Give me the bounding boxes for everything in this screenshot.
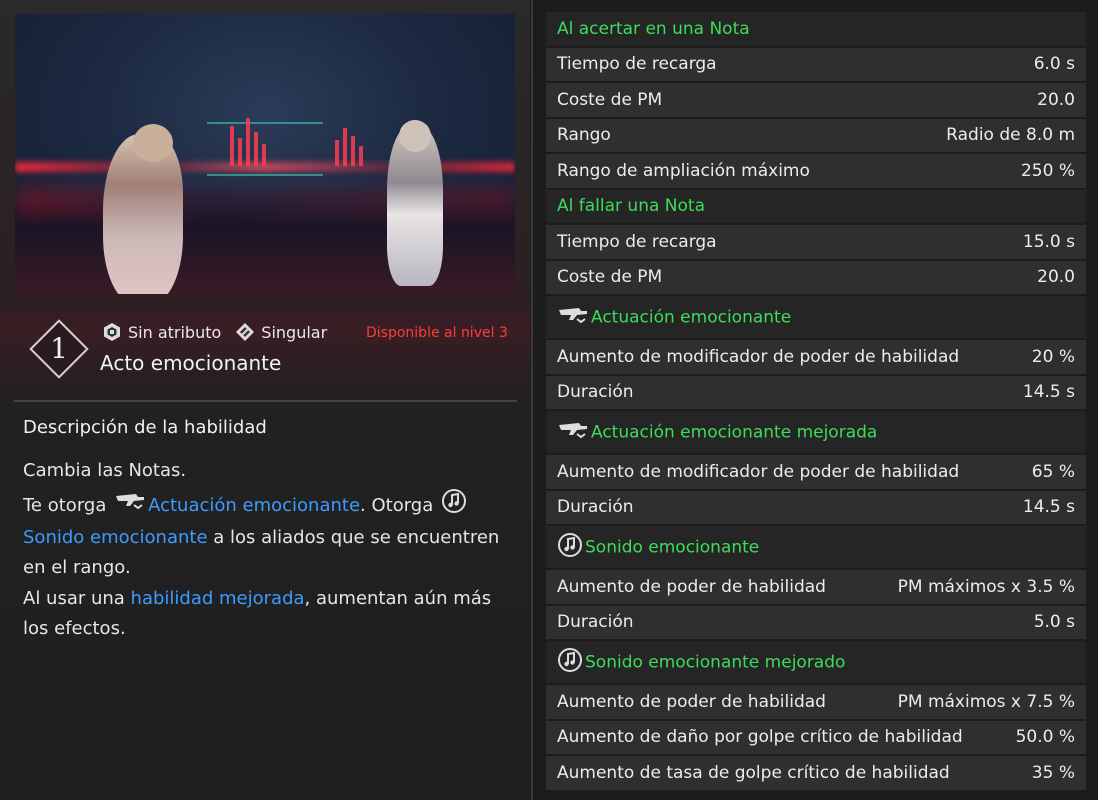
stat-row: Tiempo de recarga 6.0 s	[546, 47, 1086, 81]
stat-label: Rango	[557, 125, 611, 146]
equalizer-bar	[343, 128, 347, 166]
description-paragraph: Al usar una habilidad mejorada, aumentan…	[23, 584, 503, 643]
stat-label: Tiempo de recarga	[557, 54, 717, 75]
skill-level-badge: 1	[29, 319, 89, 379]
section-header-label: Actuación emocionante	[591, 307, 792, 327]
section-header-performance-enhanced: Actuación emocionante mejorada	[546, 411, 1086, 453]
section-header-label: Sonido emocionante mejorado	[585, 652, 846, 672]
stat-value: 20.0	[1037, 89, 1075, 110]
link-emotional-performance[interactable]: Actuación emocionante	[148, 494, 360, 515]
section-header-miss: Al fallar una Nota	[546, 189, 1086, 223]
stat-label: Duración	[557, 382, 634, 403]
stat-value: 6.0 s	[1033, 54, 1075, 75]
section-divider	[14, 400, 517, 402]
stat-row: Coste de PM 20.0	[546, 260, 1086, 294]
stat-row: Duración 14.5 s	[546, 490, 1086, 524]
gun-buff-icon	[557, 304, 589, 331]
stat-label: Aumento de daño por golpe crítico de hab…	[557, 727, 963, 748]
stat-row: Aumento de modificador de poder de habil…	[546, 340, 1086, 374]
equalizer-bar	[262, 144, 266, 166]
skill-description: Cambia las Notas. Te otorga Actuación em…	[23, 456, 503, 645]
stat-value: 14.5 s	[1022, 382, 1075, 403]
stat-value: 250 %	[1020, 160, 1075, 181]
singular-icon	[235, 322, 255, 342]
equalizer-bar	[351, 136, 355, 166]
type-label: Singular	[261, 322, 328, 342]
stat-row: Duración 5.0 s	[546, 605, 1086, 639]
stat-row: Aumento de modificador de poder de habil…	[546, 455, 1086, 489]
character-left	[103, 124, 183, 294]
stat-label: Rango de ampliación máximo	[557, 160, 810, 181]
description-title: Descripción de la habilidad	[23, 417, 267, 438]
no-attribute-icon	[102, 322, 122, 342]
section-header-sound: Sonido emocionante	[546, 526, 1086, 568]
stat-row: Rango de ampliación máximo 250 %	[546, 154, 1086, 188]
stat-label: Tiempo de recarga	[557, 231, 717, 252]
stat-label: Aumento de tasa de golpe crítico de habi…	[557, 762, 950, 783]
stat-label: Coste de PM	[557, 89, 663, 110]
section-header-label: Al fallar una Nota	[557, 196, 705, 217]
section-header-label: Sonido emocionante	[585, 537, 760, 557]
music-note-icon	[441, 488, 467, 524]
section-header-hit: Al acertar en una Nota	[546, 12, 1086, 46]
stat-label: Duración	[557, 612, 634, 633]
description-text: Te otorga	[23, 494, 113, 516]
stat-row: Duración 14.5 s	[546, 375, 1086, 409]
skill-attributes: Sin atributo Singular	[102, 322, 327, 342]
description-paragraph: Te otorga Actuación emocionante. Otorga …	[23, 488, 503, 583]
stat-value: PM máximos x 7.5 %	[897, 691, 1075, 712]
stat-value: 14.5 s	[1022, 497, 1075, 518]
music-note-icon	[557, 647, 583, 678]
stat-value: 5.0 s	[1033, 612, 1075, 633]
stat-label: Aumento de poder de habilidad	[557, 576, 826, 597]
stat-label: Aumento de modificador de poder de habil…	[557, 461, 960, 482]
section-header-performance: Actuación emocionante	[546, 296, 1086, 338]
stat-value: 65 %	[1031, 461, 1075, 482]
stat-label: Coste de PM	[557, 267, 663, 288]
stat-value: 50.0 %	[1015, 727, 1075, 748]
equalizer-bar	[230, 126, 234, 166]
equalizer-bar	[359, 146, 363, 166]
music-note-icon	[557, 532, 583, 563]
stat-label: Aumento de poder de habilidad	[557, 691, 826, 712]
stats-panel: Al acertar en una Nota Tiempo de recarga…	[546, 12, 1086, 792]
skill-panel: 1 Sin atributo Singular Disponible al ni…	[0, 0, 530, 800]
skill-name: Acto emocionante	[100, 351, 282, 375]
link-enhanced-skill[interactable]: habilidad mejorada	[131, 588, 305, 609]
availability-notice: Disponible al nivel 3	[366, 325, 508, 341]
equalizer-bar	[246, 118, 250, 166]
stat-value: 15.0 s	[1022, 231, 1075, 252]
attribute-label: Sin atributo	[128, 322, 222, 342]
stat-value: 35 %	[1031, 762, 1075, 783]
stat-label: Duración	[557, 497, 634, 518]
stat-value: 20.0	[1037, 267, 1075, 288]
equalizer-bar	[238, 138, 242, 166]
stat-row: Aumento de poder de habilidad PM máximos …	[546, 685, 1086, 719]
skill-level-number: 1	[50, 332, 68, 365]
description-text: Al usar una	[23, 588, 131, 609]
gun-buff-icon	[557, 419, 589, 446]
stat-value: Radio de 8.0 m	[946, 125, 1075, 146]
panel-divider	[531, 0, 533, 800]
character-right	[387, 120, 443, 286]
link-emotional-sound[interactable]: Sonido emocionante	[23, 527, 208, 548]
stat-row: Rango Radio de 8.0 m	[546, 118, 1086, 152]
skill-preview-image	[15, 14, 515, 294]
section-header-label: Al acertar en una Nota	[557, 18, 750, 39]
description-text: . Otorga	[360, 494, 439, 516]
stat-row: Aumento de poder de habilidad PM máximos …	[546, 570, 1086, 604]
equalizer-bar	[254, 132, 258, 166]
description-line: Cambia las Notas.	[23, 460, 187, 481]
stat-label: Aumento de modificador de poder de habil…	[557, 346, 960, 367]
stat-row: Tiempo de recarga 15.0 s	[546, 225, 1086, 259]
stat-row: Aumento de daño por golpe crítico de hab…	[546, 720, 1086, 754]
section-header-label: Actuación emocionante mejorada	[591, 422, 878, 442]
stat-value: 20 %	[1031, 346, 1075, 367]
gun-buff-icon	[114, 490, 146, 522]
stat-row: Coste de PM 20.0	[546, 83, 1086, 117]
section-header-sound-enhanced: Sonido emocionante mejorado	[546, 641, 1086, 683]
equalizer-bar	[335, 140, 339, 166]
stat-row: Aumento de tasa de golpe crítico de habi…	[546, 756, 1086, 790]
stat-value: PM máximos x 3.5 %	[897, 576, 1075, 597]
